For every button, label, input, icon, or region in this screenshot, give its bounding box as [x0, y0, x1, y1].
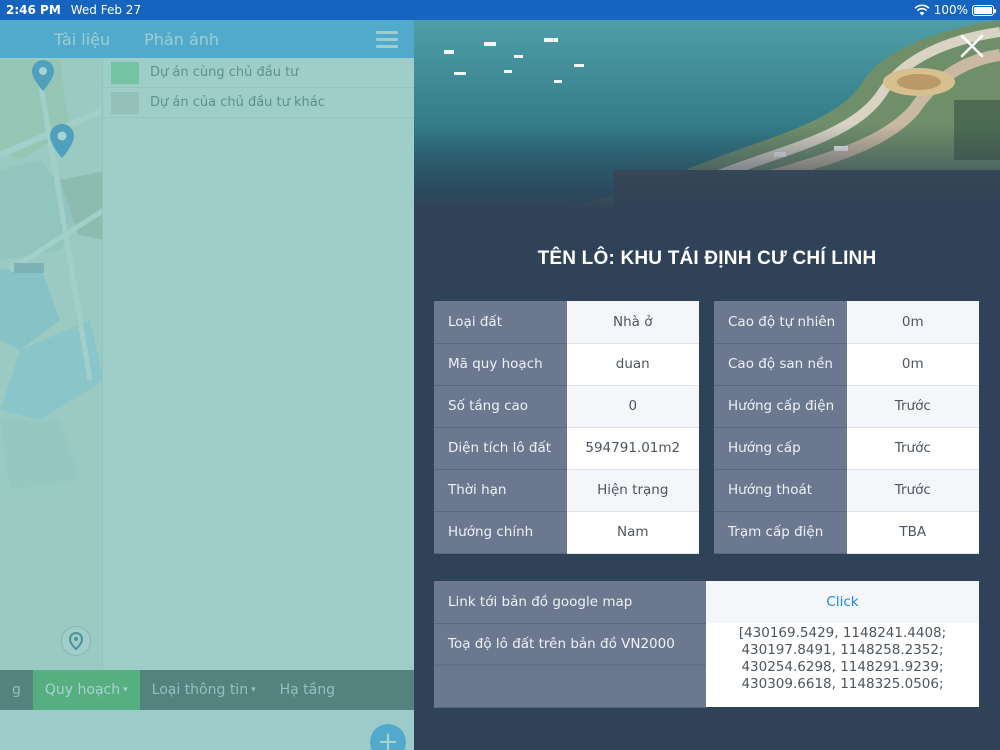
map-link-label: Link tới bản đồ google map [434, 581, 706, 624]
legend-label: Dự án cùng chủ đầu tư [150, 65, 299, 80]
battery-icon [972, 4, 996, 16]
close-icon[interactable] [956, 30, 988, 62]
tab-documents[interactable]: Tài liệu [54, 30, 110, 49]
table-row: Mã quy hoạch duan [434, 343, 699, 386]
field-value: 0 [566, 385, 699, 428]
bottom-tab-info-type[interactable]: Loại thông tin ▾ [140, 670, 268, 710]
table-row: Cao độ san nền 0m [714, 343, 979, 386]
field-value: TBA [846, 511, 979, 554]
table-row: Số tầng cao 0 [434, 385, 699, 428]
status-indicators: 100% [914, 3, 996, 17]
caret-down-icon: ▾ [123, 685, 128, 695]
lot-info-table-left: Loại đất Nhà ở Mã quy hoạch duan Số tầng c… [434, 301, 699, 554]
field-value: Nam [566, 511, 699, 554]
coords-line: [430169.5429, 1148241.4408; [738, 625, 947, 641]
bottom-tab-infrastructure[interactable]: Hạ tầng [268, 670, 347, 710]
legend-item[interactable]: Dự án của chủ đầu tư khác [103, 88, 414, 118]
field-label: Mã quy hoạch [434, 343, 567, 386]
list-menu-icon[interactable] [376, 30, 398, 48]
table-row: Toạ độ lô đất trên bản đồ VN2000 [430169… [434, 623, 979, 708]
table-row: Hướng thoát Trước [714, 469, 979, 512]
field-value: 594791.01m2 [566, 427, 699, 470]
field-value: Trước [846, 469, 979, 512]
field-label: Cao độ tự nhiên [714, 301, 847, 344]
field-value: duan [566, 343, 699, 386]
battery-fill [974, 6, 992, 14]
legend-swatch [111, 61, 139, 84]
field-label: Hướng chính [434, 511, 567, 554]
field-label: Thời hạn [434, 469, 567, 512]
legend-panel: Dự án cùng chủ đầu tư Dự án của chủ đầu … [102, 58, 414, 690]
tab-feedback[interactable]: Phản ánh [144, 30, 219, 49]
bottom-tab-partial[interactable]: g [0, 670, 33, 710]
field-label: Số tầng cao [434, 385, 567, 428]
plus-icon: + [377, 727, 399, 750]
wifi-icon [914, 4, 930, 16]
lot-title: TÊN LÔ: KHU TÁI ĐỊNH CƯ CHÍ LINH [537, 248, 877, 269]
table-row: Loại đất Nhà ở [434, 301, 699, 344]
bottom-tab-bar: g Quy hoạch ▾ Loại thông tin ▾ Hạ tầng [0, 670, 414, 710]
lot-location-table: Link tới bản đồ google map Click Toạ độ … [434, 581, 979, 708]
lot-detail-panel: TÊN LÔ: KHU TÁI ĐỊNH CƯ CHÍ LINH Loại đấ… [414, 20, 1000, 750]
field-value: 0m [846, 343, 979, 386]
field-label: Trạm cấp điện [714, 511, 847, 554]
bottom-tab-label: Loại thông tin [151, 682, 249, 698]
bottom-tab-planning[interactable]: Quy hoạch ▾ [32, 670, 140, 710]
caret-down-icon: ▾ [251, 685, 256, 695]
field-value: Trước [846, 385, 979, 428]
coords-value: [430169.5429, 1148241.4408; 430197.8491,… [706, 623, 979, 707]
bottom-tab-label: Hạ tầng [279, 682, 335, 698]
legend-swatch [111, 91, 139, 114]
table-row: Hướng cấp Trước [714, 427, 979, 470]
bottom-tab-label: Quy hoạch [44, 682, 121, 698]
table-row: Cao độ tự nhiên 0m [714, 301, 979, 344]
status-bar: 2:46 PM Wed Feb 27 100% [0, 0, 1000, 20]
status-date: Wed Feb 27 [70, 3, 142, 17]
field-value: 0m [846, 301, 979, 344]
bottom-tab-label: g [12, 682, 21, 698]
coords-line: 430309.6618, 1148325.0506; [741, 676, 944, 692]
table-row: Hướng chính Nam [434, 511, 699, 554]
field-label: Cao độ san nền [714, 343, 847, 386]
table-row: Trạm cấp điện TBA [714, 511, 979, 554]
coords-line: 430197.8491, 1148258.2352; [741, 642, 944, 658]
coords-line: 430254.6298, 1148291.9239; [741, 659, 944, 675]
field-label: Hướng thoát [714, 469, 847, 512]
table-row: Hướng cấp điện Trước [714, 385, 979, 428]
field-label: Hướng cấp điện [714, 385, 847, 428]
table-row: Diện tích lô đất 594791.01m2 [434, 427, 699, 470]
field-label: Diện tích lô đất [434, 427, 567, 470]
field-label: Loại đất [434, 301, 567, 344]
my-location-button[interactable] [61, 626, 91, 656]
lot-info-table-right: Cao độ tự nhiên 0m Cao độ san nền 0m Hướng… [714, 301, 979, 554]
battery-percent: 100% [933, 3, 968, 17]
field-value: Trước [846, 427, 979, 470]
legend-label: Dự án của chủ đầu tư khác [150, 95, 325, 110]
field-value: Nhà ở [566, 301, 699, 344]
google-map-link[interactable]: Click [706, 581, 979, 623]
top-nav: Tài liệu Phản ánh [0, 20, 414, 58]
hero-image [414, 20, 1000, 210]
table-row: Thời hạn Hiện trạng [434, 469, 699, 512]
coords-label: Toạ độ lô đất trên bản đồ VN2000 [434, 623, 706, 708]
table-row: Link tới bản đồ google map Click [434, 581, 979, 624]
legend-item[interactable]: Dự án cùng chủ đầu tư [103, 58, 414, 88]
field-label: Hướng cấp [714, 427, 847, 470]
status-time: 2:46 PM [6, 3, 61, 17]
location-pin-icon [68, 632, 84, 650]
field-value: Hiện trạng [566, 469, 699, 512]
map-view: Tài liệu Phản ánh Dự án cùng chủ đầu tư … [0, 20, 414, 750]
